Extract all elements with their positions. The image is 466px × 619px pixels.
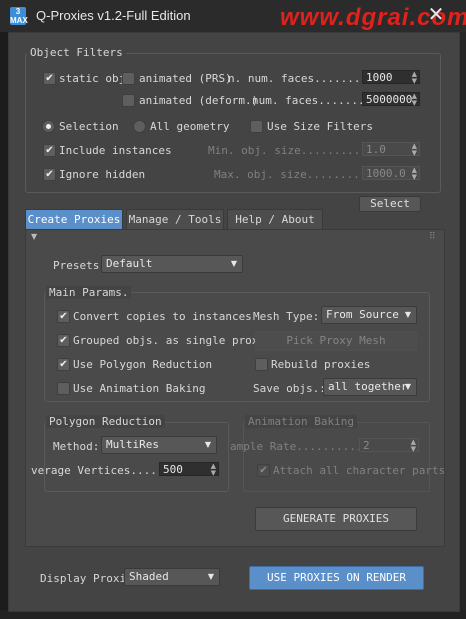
rebuild-proxies-checkbox[interactable]	[255, 358, 268, 371]
chevron-down-icon: ▼	[230, 259, 237, 268]
num-faces-value-1: 1000	[366, 71, 393, 84]
spinner-arrows-icon[interactable]: ▲ ▼	[411, 439, 416, 453]
tab-help-about[interactable]: Help / About	[227, 209, 323, 229]
avg-vertices-label: verage Vertices....	[31, 464, 157, 477]
spinner-arrows-icon[interactable]: ▲ ▼	[412, 167, 417, 181]
sample-rate-label: ample Rate..........	[230, 440, 363, 453]
display-proxies-dropdown[interactable]: Shaded ▼	[124, 568, 220, 586]
attach-all-label: Attach all character parts	[273, 464, 446, 477]
min-obj-size-value: 1.0	[366, 143, 386, 156]
sample-rate-spinner[interactable]: 2 ▲ ▼	[359, 438, 419, 453]
include-instances-checkbox[interactable]: ✔	[43, 144, 56, 157]
animation-baking-title: Animation Baking	[245, 415, 357, 428]
dialog-client: Object Filters ✔ static obj animated (PR…	[8, 32, 460, 612]
min-obj-size-label: Min. obj. size.........	[208, 144, 361, 157]
num-faces-label-1: n. num. faces.........	[228, 72, 374, 85]
save-objs-dropdown[interactable]: all together ▼	[323, 378, 417, 396]
animation-baking-group	[243, 422, 430, 492]
polygon-reduction-title: Polygon Reduction	[46, 415, 165, 428]
max-obj-size-label: Max. obj. size........	[214, 168, 360, 181]
chevron-down-icon: ▼	[204, 440, 211, 449]
num-faces-spinner-2[interactable]: 5000000 ▲ ▼	[362, 92, 420, 107]
static-obj-checkbox[interactable]: ✔	[43, 72, 56, 85]
min-obj-size-spinner[interactable]: 1.0 ▲ ▼	[362, 142, 420, 157]
sample-rate-value: 2	[363, 439, 370, 452]
ignore-hidden-label: Ignore hidden	[59, 168, 146, 181]
mesh-type-label: Mesh Type:	[253, 310, 320, 323]
selection-label: Selection	[59, 120, 119, 133]
pick-proxy-mesh-button[interactable]: Pick Proxy Mesh	[255, 331, 417, 351]
display-proxies-label: Display Proxie	[40, 572, 133, 585]
mesh-type-value: From Source	[326, 308, 399, 321]
method-value: MultiRes	[106, 438, 159, 451]
use-proxies-on-render-button[interactable]: USE PROXIES ON RENDER	[249, 566, 424, 590]
max-obj-size-spinner[interactable]: 1000.0 ▲ ▼	[362, 166, 420, 181]
animated-prs-label: animated (PRS)	[139, 72, 232, 85]
all-geometry-radio[interactable]	[133, 120, 146, 133]
spinner-arrows-icon[interactable]: ▲ ▼	[211, 463, 216, 477]
attach-all-checkbox[interactable]: ✔	[257, 464, 270, 477]
select-button[interactable]: Select	[359, 196, 421, 212]
presets-dropdown[interactable]: Default ▼	[101, 255, 243, 273]
app-icon: 3 MAX	[10, 7, 28, 25]
rebuild-proxies-label: Rebuild proxies	[271, 358, 371, 371]
save-objs-label: Save objs.:	[253, 382, 326, 395]
window-title: Q-Proxies v1.2-Full Edition	[36, 8, 191, 23]
static-obj-label: static obj	[59, 72, 126, 85]
grouped-objs-checkbox[interactable]: ✔	[57, 334, 70, 347]
display-proxies-value: Shaded	[129, 570, 169, 583]
use-size-filters-label: Use Size Filters	[267, 120, 373, 133]
use-animation-baking-checkbox[interactable]	[57, 382, 70, 395]
avg-vertices-value: 500	[163, 463, 183, 476]
mesh-type-dropdown[interactable]: From Source ▼	[321, 306, 417, 324]
animated-prs-checkbox[interactable]	[122, 72, 135, 85]
max-obj-size-value: 1000.0	[366, 167, 406, 180]
generate-proxies-button[interactable]: GENERATE PROXIES	[255, 507, 417, 531]
use-size-filters-checkbox[interactable]	[250, 120, 263, 133]
num-faces-label-2: num. faces........	[252, 94, 372, 107]
close-icon[interactable]: ✕	[424, 2, 448, 28]
method-label: Method:	[53, 440, 100, 453]
all-geometry-label: All geometry	[150, 120, 230, 133]
presets-value: Default	[106, 257, 153, 270]
spinner-arrows-icon[interactable]: ▲ ▼	[412, 93, 417, 107]
num-faces-spinner-1[interactable]: 1000 ▲ ▼	[362, 70, 420, 85]
drag-handle-icon[interactable]: ⠿	[429, 232, 436, 242]
convert-copies-label: Convert copies to instances	[73, 310, 252, 323]
method-dropdown[interactable]: MultiRes ▼	[101, 436, 217, 454]
chevron-down-icon: ▼	[404, 382, 411, 391]
convert-copies-checkbox[interactable]: ✔	[57, 310, 70, 323]
ignore-hidden-checkbox[interactable]: ✔	[43, 168, 56, 181]
save-objs-value: all together	[328, 380, 408, 393]
collapse-icon[interactable]: ▼	[31, 232, 37, 241]
tab-create-proxies[interactable]: Create Proxies	[25, 209, 123, 229]
use-polygon-reduction-label: Use Polygon Reduction	[73, 358, 213, 371]
use-animation-baking-label: Use Animation Baking	[73, 382, 206, 395]
main-params-title: Main Params.	[46, 286, 132, 299]
animated-deform-checkbox[interactable]	[122, 94, 135, 107]
presets-label: Presets:	[53, 259, 106, 272]
selection-radio[interactable]	[42, 120, 55, 133]
spinner-arrows-icon[interactable]: ▲ ▼	[412, 143, 417, 157]
num-faces-value-2: 5000000	[366, 93, 413, 106]
tab-manage-tools[interactable]: Manage / Tools	[126, 209, 224, 229]
grouped-objs-label: Grouped objs. as single proxy	[73, 334, 266, 347]
avg-vertices-spinner[interactable]: 500 ▲ ▼	[159, 462, 219, 477]
polygon-reduction-group	[44, 422, 229, 492]
object-filters-title: Object Filters	[27, 46, 126, 59]
use-polygon-reduction-checkbox[interactable]: ✔	[57, 358, 70, 371]
spinner-arrows-icon[interactable]: ▲ ▼	[412, 71, 417, 85]
chevron-down-icon: ▼	[207, 572, 214, 581]
animated-deform-label: animated (deform.)	[139, 94, 259, 107]
include-instances-label: Include instances	[59, 144, 172, 157]
chevron-down-icon: ▼	[404, 310, 411, 319]
